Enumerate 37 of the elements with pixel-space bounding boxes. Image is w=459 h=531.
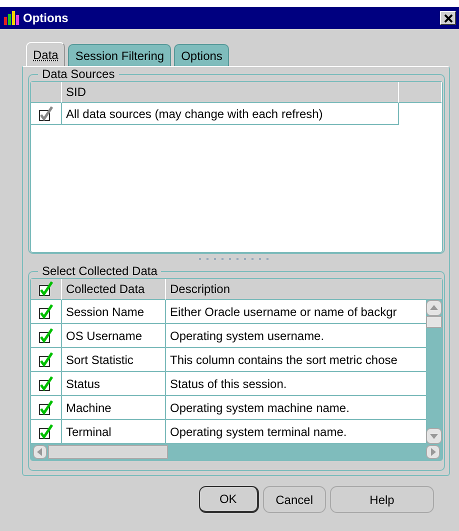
column-header[interactable]: Collected Data <box>62 279 166 300</box>
bar-chart-icon <box>4 11 20 25</box>
dialog-button[interactable]: OK <box>198 486 259 513</box>
table-cell: Status <box>62 372 166 396</box>
table-cell: All data sources (may change with each refresh) <box>62 103 399 125</box>
table-cell: Operating system machine name. <box>166 396 426 420</box>
tab[interactable]: Data <box>26 42 66 66</box>
close-button[interactable] <box>440 11 456 25</box>
table-cell: Status of this session. <box>166 372 426 396</box>
checkbox[interactable] <box>38 424 54 440</box>
table-cell: This column contains the sort metric chose <box>166 348 426 372</box>
checkbox[interactable] <box>38 352 54 368</box>
close-icon <box>444 14 452 22</box>
table-cell: Machine <box>62 396 166 420</box>
tab[interactable]: Options <box>174 44 230 66</box>
horizontal-scrollbar[interactable] <box>31 444 442 460</box>
checkbox[interactable] <box>38 328 54 344</box>
scroll-thumb[interactable] <box>426 316 442 328</box>
table-cell: Sort Statistic <box>62 348 166 372</box>
group-title: Data Sources <box>41 67 116 81</box>
table-cell: OS Username <box>62 324 166 348</box>
scroll-thumb[interactable] <box>48 445 168 459</box>
table-cell: Either Oracle username or name of backgr <box>166 300 426 324</box>
vertical-scrollbar[interactable] <box>426 279 442 444</box>
checkbox[interactable] <box>38 304 54 320</box>
column-header[interactable]: Description <box>166 279 426 300</box>
window-title: Options <box>23 11 70 25</box>
checkbox[interactable] <box>38 281 54 297</box>
dialog-button[interactable]: Help <box>330 486 434 513</box>
checkbox[interactable] <box>38 376 54 392</box>
dialog-button[interactable]: Cancel <box>262 486 326 513</box>
checkbox[interactable] <box>38 400 54 416</box>
tab[interactable]: Session Filtering <box>68 44 172 66</box>
table-cell: Session Name <box>62 300 166 324</box>
table-cell: Operating system username. <box>166 324 426 348</box>
column-header[interactable]: SID <box>62 82 399 103</box>
group-title: Select Collected Data <box>41 264 158 278</box>
